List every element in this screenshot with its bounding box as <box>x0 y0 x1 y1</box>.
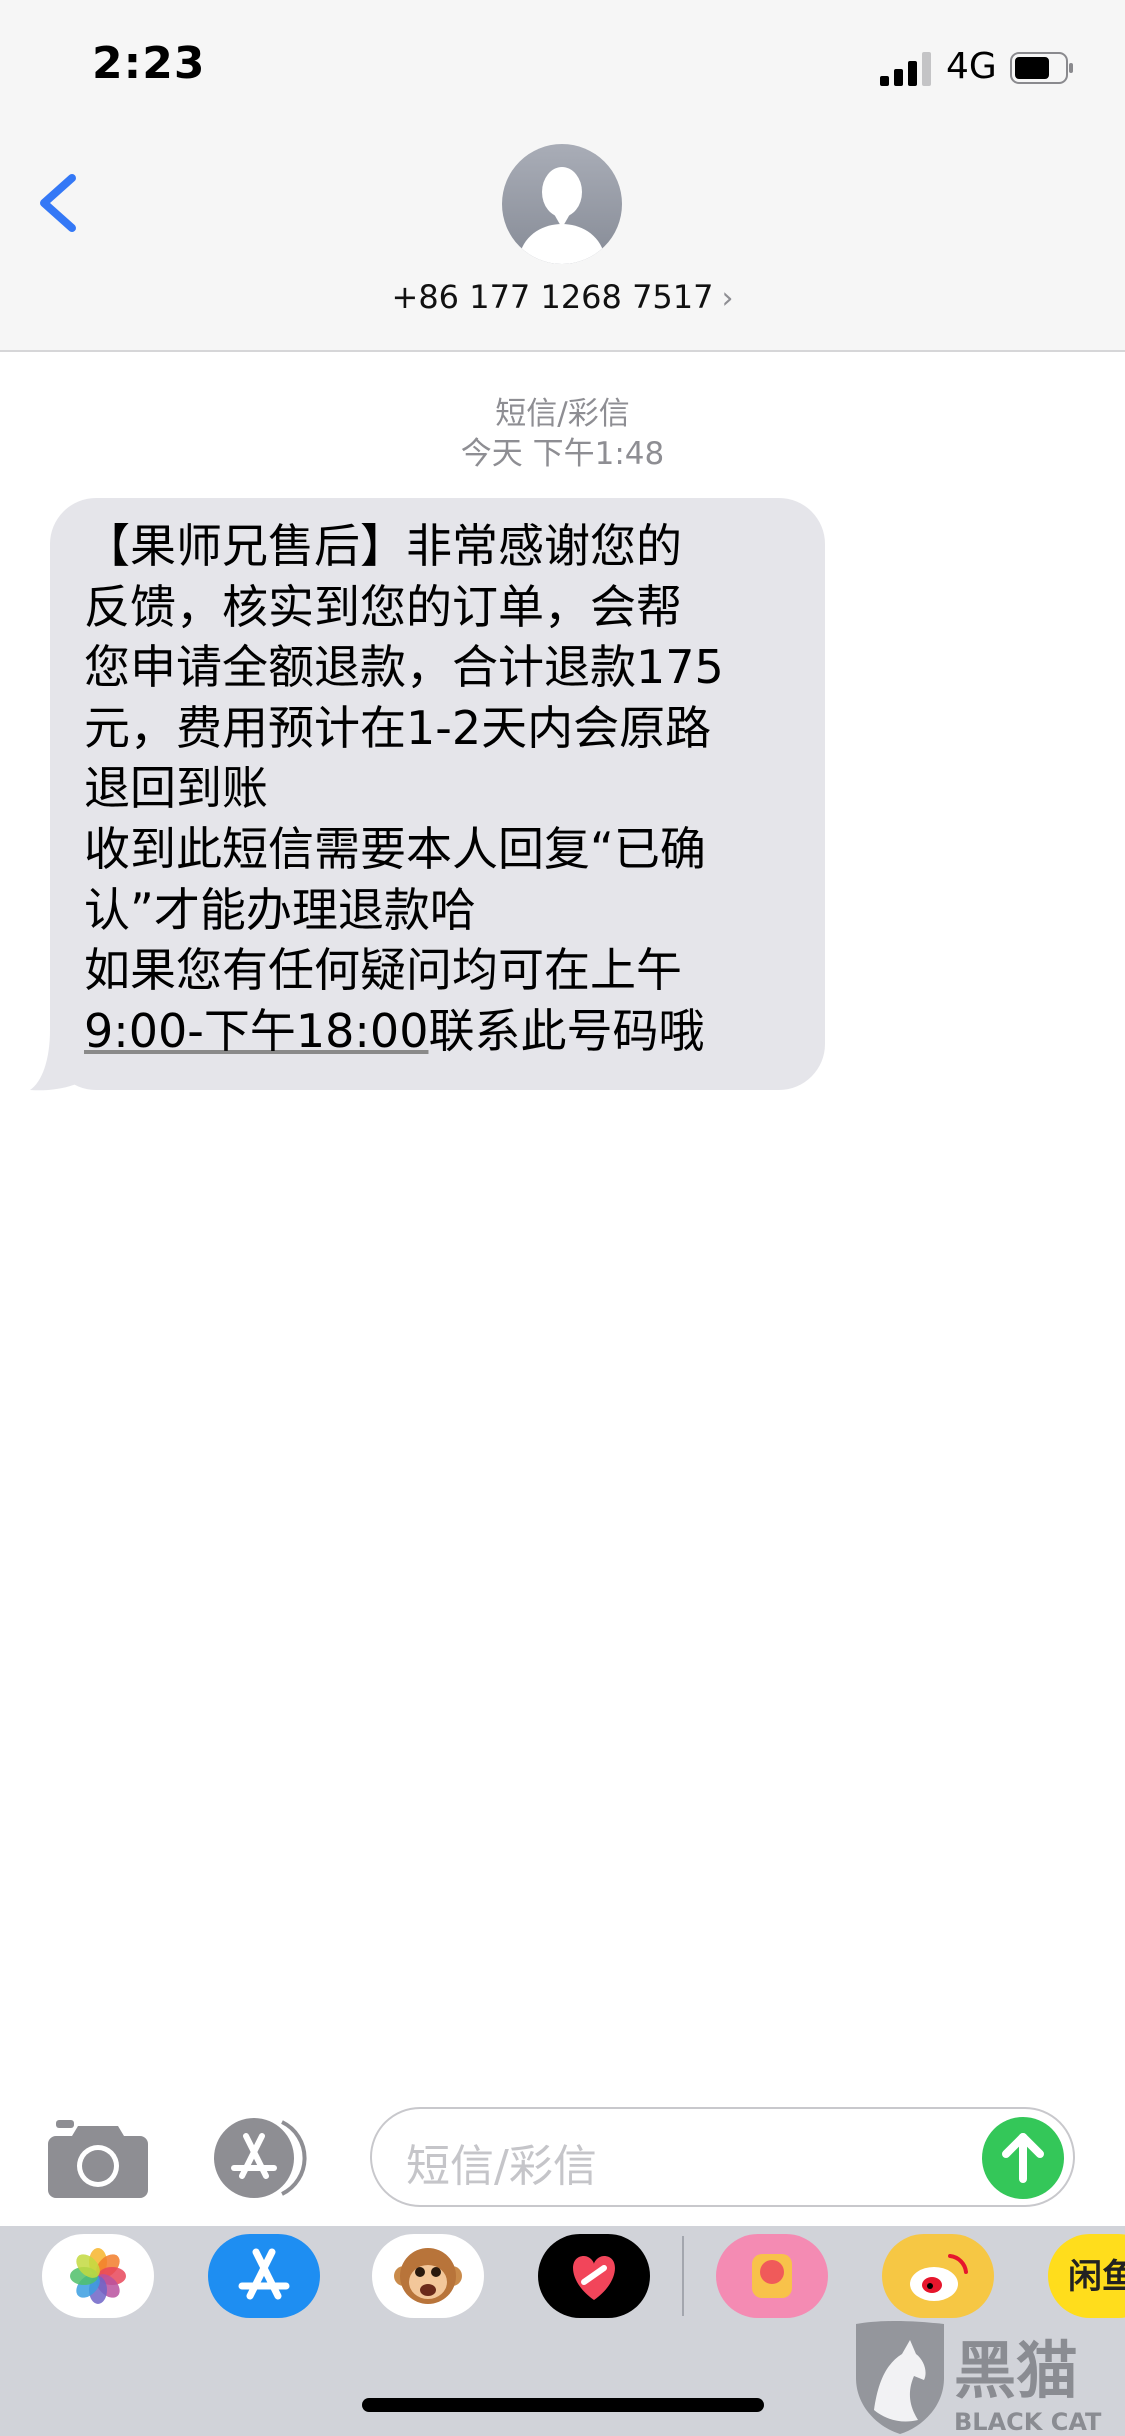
message-line: 元，费用预计在1-2天内会原路 <box>84 700 712 755</box>
digital-touch-app[interactable] <box>538 2234 650 2318</box>
arrow-up-icon <box>1002 2133 1044 2183</box>
message-line: 退回到账 <box>84 761 268 816</box>
message-line: 【果师兄售后】非常感谢您的 <box>84 519 682 573</box>
conversation-header: +86 177 1268 7517 › <box>0 140 1125 352</box>
cellular-signal-icon <box>880 52 931 86</box>
animoji-app[interactable] <box>372 2234 484 2318</box>
watermark-en: BLACK CAT <box>954 2408 1102 2436</box>
message-input-placeholder: 短信/彩信 <box>406 2141 597 2192</box>
app-store-app[interactable] <box>208 2234 320 2318</box>
status-time: 2:23 <box>92 38 206 89</box>
home-indicator[interactable] <box>362 2398 764 2412</box>
xianyu-label: 闲鱼 <box>1068 2257 1125 2297</box>
contact-number: +86 177 1268 7517 <box>391 278 714 316</box>
photos-icon <box>70 2248 126 2304</box>
status-bar: 2:23 4G <box>0 0 1125 140</box>
chevron-left-icon[interactable] <box>30 158 90 248</box>
camera-icon[interactable] <box>48 2118 148 2198</box>
app-store-icon[interactable] <box>208 2116 320 2200</box>
meitu-app[interactable] <box>716 2234 828 2318</box>
weibo-app[interactable] <box>882 2234 994 2318</box>
message-line: 认”才能办理退款哈 <box>84 882 476 937</box>
message-line: 反馈，核实到您的订单，会帮 <box>84 579 682 634</box>
xianyu-icon: 闲鱼 <box>1068 2257 1125 2297</box>
message-line-rest: 联系此号码哦 <box>428 1003 705 1058</box>
black-cat-watermark: 黑猫 BLACK CAT <box>856 2321 1102 2436</box>
digital-touch-icon <box>573 2256 615 2300</box>
send-button[interactable] <box>982 2117 1064 2199</box>
contact-avatar[interactable] <box>502 144 622 264</box>
network-label: 4G <box>946 46 997 87</box>
message-line: 您申请全额退款，合计退款175 <box>84 640 724 695</box>
watermark-cn: 黑猫 <box>954 2334 1078 2407</box>
drawer-divider <box>682 2236 684 2316</box>
message-line: 如果您有任何疑问均可在上午 <box>84 943 682 998</box>
photos-app[interactable] <box>42 2234 154 2318</box>
battery-icon <box>1010 52 1073 84</box>
message-line: 9:00-下午18:00联系此号码哦 <box>84 1001 824 1062</box>
message-line: 收到此短信需要本人回复“已确 <box>84 821 706 876</box>
message-text: 【果师兄售后】非常感谢您的 反馈，核实到您的订单，会帮 您申请全额退款，合计退款… <box>84 516 824 1061</box>
person-silhouette-icon <box>518 167 606 264</box>
weibo-icon <box>910 2254 968 2301</box>
message-type-label: 短信/彩信 <box>495 396 630 432</box>
contact-name-button[interactable]: +86 177 1268 7517 › <box>0 278 1125 316</box>
app-store-icon <box>238 2248 290 2300</box>
meitu-icon <box>752 2254 792 2298</box>
chevron-right-icon: › <box>721 281 734 316</box>
xianyu-app[interactable]: 闲鱼 <box>1048 2234 1125 2318</box>
time-range-link[interactable]: 9:00-下午18:00 <box>84 1004 428 1058</box>
animoji-icon <box>394 2248 462 2304</box>
message-timestamp: 今天 下午1:48 <box>460 436 665 472</box>
